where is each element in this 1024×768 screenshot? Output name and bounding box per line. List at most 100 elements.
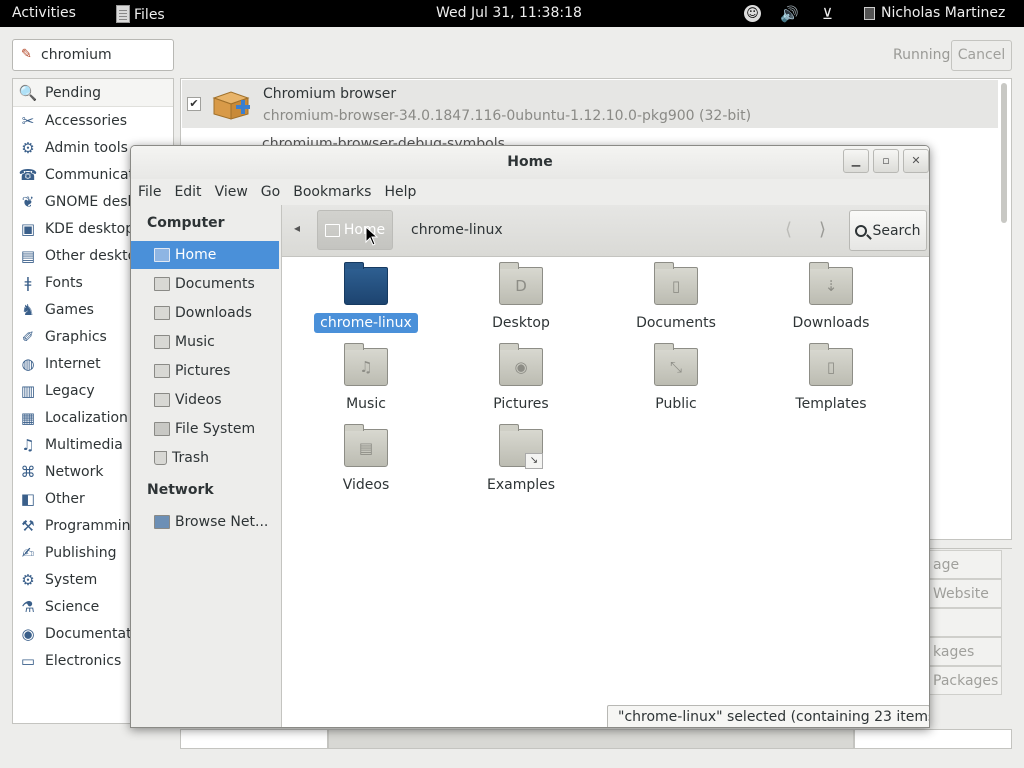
packages-button[interactable]: kages <box>920 637 1002 666</box>
forward-icon[interactable]: ⟩ <box>819 219 826 240</box>
folder-item[interactable]: ◉ Pictures <box>451 343 591 422</box>
sidebar-item-music[interactable]: Music <box>131 328 279 356</box>
app-menu[interactable]: Files <box>116 5 165 23</box>
folder-item[interactable]: ▯ Templates <box>761 343 901 422</box>
sidebar-heading-computer: Computer <box>147 215 225 231</box>
network-icon[interactable]: ⊻ <box>822 5 833 23</box>
files-window: Home ▁ ▫ ✕ File Edit View Go Bookmarks H… <box>130 145 930 728</box>
kde-icon: ▣ <box>20 219 36 238</box>
location-toolbar: ◂ Home chrome-linux ⟨ ⟩ Search <box>282 205 929 257</box>
legacy-icon: ▥ <box>20 381 36 400</box>
menu-go[interactable]: Go <box>261 184 287 200</box>
graphics-icon: ✐ <box>21 327 35 346</box>
package-search-value: chromium <box>41 47 112 63</box>
progress-bar <box>328 729 854 749</box>
website-button[interactable]: Website <box>920 579 1002 608</box>
folder-icon <box>154 277 170 291</box>
volume-icon[interactable]: 🔊 <box>780 5 799 23</box>
sidebar-item-trash[interactable]: Trash <box>131 444 279 472</box>
breadcrumb-chrome-linux[interactable]: chrome-linux <box>411 222 503 238</box>
home-icon <box>154 248 170 262</box>
breadcrumb-home[interactable]: Home <box>317 210 393 250</box>
maximize-button[interactable]: ▫ <box>873 149 899 173</box>
scrollbar[interactable] <box>1001 83 1007 223</box>
folder-item[interactable]: ▤ Videos <box>296 424 436 503</box>
documentation-icon: ◉ <box>21 624 35 643</box>
search-icon: 🔍 <box>18 83 38 102</box>
sidebar-item-downloads[interactable]: Downloads <box>131 299 279 327</box>
edit-icon: ✎ <box>21 47 32 62</box>
other-desktops-icon: ▤ <box>20 246 36 265</box>
folder-icon <box>154 306 170 320</box>
mouse-cursor-icon <box>365 226 379 246</box>
progress-area <box>854 729 1012 749</box>
package-name: Chromium browser <box>263 86 397 102</box>
folder-item[interactable]: D Desktop <box>451 262 591 341</box>
menu-edit[interactable]: Edit <box>174 184 208 200</box>
package-search-input[interactable]: ✎ chromium <box>12 39 174 71</box>
other-icon: ◧ <box>20 489 36 508</box>
documents-folder-icon: ▯ <box>654 262 698 305</box>
package-row[interactable]: ✔ Chromium browser chromium-browser-34.0… <box>182 80 998 128</box>
menu-view[interactable]: View <box>215 184 255 200</box>
electronics-icon: ▭ <box>20 651 36 670</box>
science-icon: ⚗ <box>21 597 35 616</box>
back-icon[interactable]: ⟨ <box>785 219 792 240</box>
folder-icon <box>154 364 170 378</box>
games-icon: ♞ <box>21 300 35 319</box>
folder-name: Downloads <box>792 315 870 331</box>
user-menu[interactable]: Nicholas Martinez <box>864 5 1005 21</box>
package-checkbox[interactable]: ✔ <box>187 97 201 111</box>
folder-item[interactable]: chrome-linux <box>296 262 436 341</box>
sidebar-item-file-system[interactable]: File System <box>131 415 279 443</box>
cancel-button[interactable]: Cancel <box>951 40 1012 71</box>
gnome-icon: ❦ <box>21 192 35 211</box>
details-button[interactable]: age <box>920 550 1002 579</box>
details-button[interactable] <box>920 608 1002 637</box>
package-icon <box>212 91 250 120</box>
app-name: Files <box>134 7 165 23</box>
status-bar: "chrome-linux" selected (containing 23 i… <box>607 705 929 727</box>
publishing-icon: ✍ <box>21 543 35 562</box>
menu-file[interactable]: File <box>138 184 168 200</box>
sidebar-item-home[interactable]: Home <box>131 241 279 269</box>
task-status: Running <box>893 47 951 63</box>
sidebar-item-documents[interactable]: Documents <box>131 270 279 298</box>
packages-button[interactable]: Packages <box>920 666 1002 695</box>
templates-folder-icon: ▯ <box>809 343 853 386</box>
accessories-icon: ✂ <box>21 111 35 130</box>
minimize-button[interactable]: ▁ <box>843 149 869 173</box>
window-title: Home <box>131 146 929 179</box>
folder-item[interactable]: ⇣ Downloads <box>761 262 901 341</box>
folder-name: Desktop <box>492 315 550 331</box>
top-panel: Activities Files Wed Jul 31, 11:38:18 ☺ … <box>0 0 1024 27</box>
category-item[interactable]: 🔍 Pending <box>13 79 173 107</box>
sidebar-item-pictures[interactable]: Pictures <box>131 357 279 385</box>
search-button[interactable]: Search <box>849 210 927 251</box>
folder-item[interactable]: ⤡ Public <box>606 343 746 422</box>
category-item[interactable]: ✂ Accessories <box>13 107 173 134</box>
sidebar-item-videos[interactable]: Videos <box>131 386 279 414</box>
user-name: Nicholas Martinez <box>881 5 1006 21</box>
menu-help[interactable]: Help <box>384 184 423 200</box>
music-folder-icon: ♫ <box>344 343 388 386</box>
folder-name: Music <box>346 396 386 412</box>
folder-item[interactable]: ♫ Music <box>296 343 436 422</box>
path-scroll-left-icon[interactable]: ◂ <box>294 221 300 235</box>
folder-name: Public <box>655 396 697 412</box>
folder-item[interactable]: ▯ Documents <box>606 262 746 341</box>
sidebar-item-browse-network[interactable]: Browse Net... <box>131 508 279 536</box>
trash-icon <box>154 451 167 465</box>
accessibility-icon[interactable]: ☺ <box>744 5 761 22</box>
clock[interactable]: Wed Jul 31, 11:38:18 <box>436 5 582 21</box>
close-button[interactable]: ✕ <box>903 149 929 173</box>
user-presence-icon <box>864 6 875 20</box>
system-icon: ⚙ <box>21 570 35 589</box>
folder-item[interactable]: ↘ Examples <box>451 424 591 503</box>
activities-button[interactable]: Activities <box>12 5 76 21</box>
folder-name: Pictures <box>493 396 549 412</box>
folder-icon <box>154 393 170 407</box>
programming-icon: ⚒ <box>21 516 35 535</box>
videos-folder-icon: ▤ <box>344 424 388 467</box>
menu-bookmarks[interactable]: Bookmarks <box>293 184 378 200</box>
